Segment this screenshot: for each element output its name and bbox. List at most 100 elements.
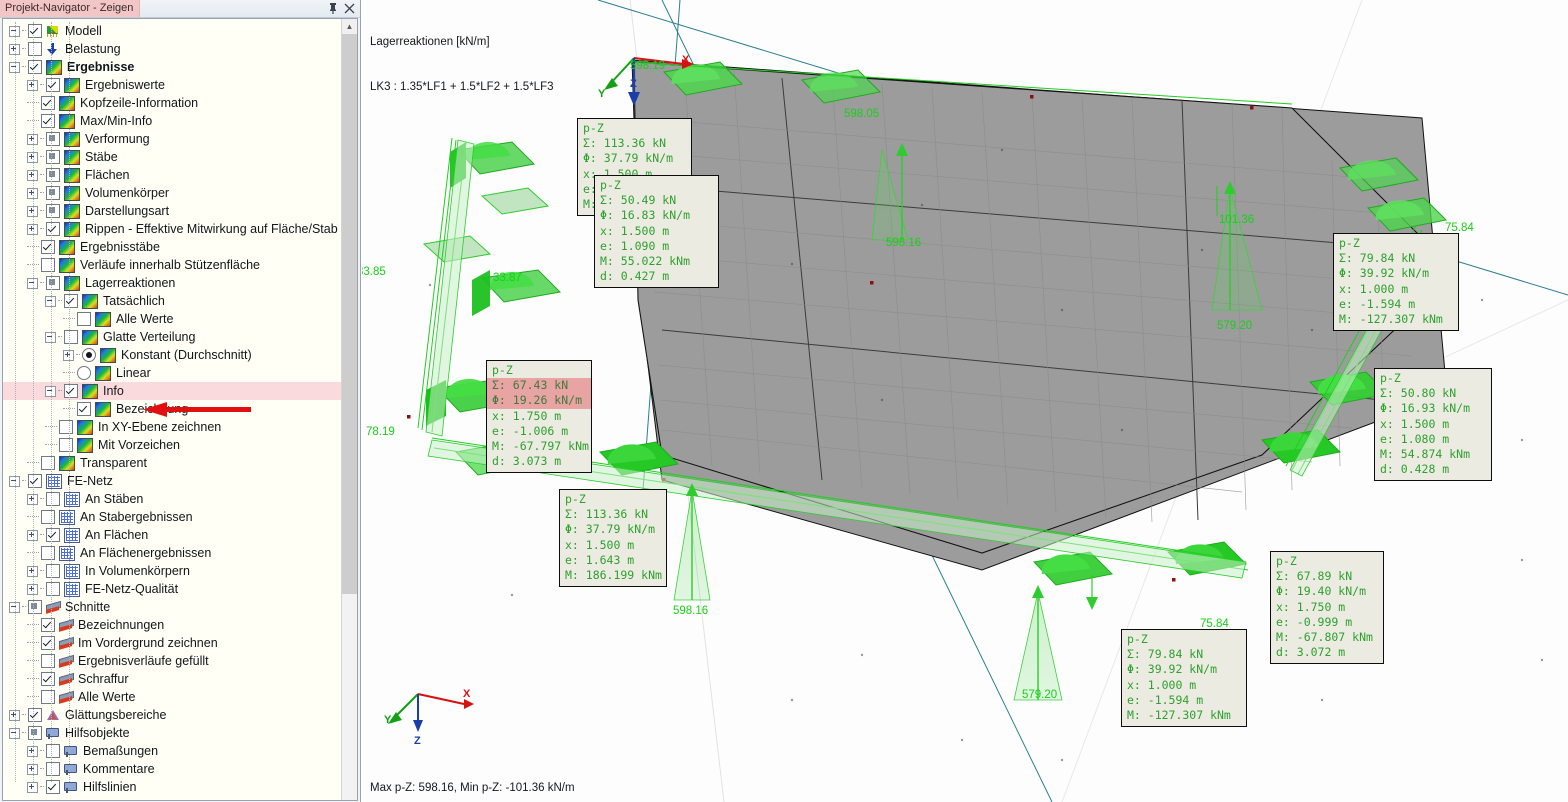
tree-item-info[interactable]: Info	[3, 382, 342, 400]
tree-checkbox[interactable]	[41, 636, 55, 650]
pin-icon[interactable]	[325, 1, 341, 16]
tree-checkbox[interactable]	[59, 438, 73, 452]
tree-checkbox[interactable]	[46, 150, 60, 164]
tree-item-verläufe-innerhalb-stützenfläche[interactable]: Verläufe innerhalb Stützenfläche	[3, 256, 342, 274]
tree-item-glättungsbereiche[interactable]: Glättungsbereiche	[3, 706, 342, 724]
tree-checkbox[interactable]	[46, 528, 60, 542]
tree-item-an-stabergebnissen[interactable]: An Stabergebnissen	[3, 508, 342, 526]
close-icon[interactable]	[341, 1, 357, 16]
navigator-scrollbar[interactable]: ▲	[341, 19, 357, 800]
tree-checkbox[interactable]	[41, 240, 55, 254]
tree-item-rippen-effektive-mitwirkung-auf-fläche-stab[interactable]: Rippen - Effektive Mitwirkung auf Fläche…	[3, 220, 342, 238]
tree-checkbox[interactable]	[28, 24, 42, 38]
tree-item-an-stäben[interactable]: An Stäben	[3, 490, 342, 508]
tree-checkbox[interactable]	[41, 654, 55, 668]
tree-item-in-volumenkörpern[interactable]: In Volumenkörpern	[3, 562, 342, 580]
tree-item-volumenkörper[interactable]: Volumenkörper	[3, 184, 342, 202]
tree-item-alle-werte[interactable]: Alle Werte	[3, 688, 342, 706]
tree-checkbox[interactable]	[46, 78, 60, 92]
tree-item-linear[interactable]: Linear	[3, 364, 342, 382]
tree-item-tatsächlich[interactable]: Tatsächlich	[3, 292, 342, 310]
tree-checkbox[interactable]	[46, 492, 60, 506]
tree-item-max-min-info[interactable]: Max/Min-Info	[3, 112, 342, 130]
tree-checkbox[interactable]	[46, 780, 60, 794]
tree-checkbox[interactable]	[77, 312, 91, 326]
support-info-box[interactable]: p-Z Σ: 50.80 kN Φ: 16.93 kN/m x: 1.500 m e: …	[1374, 368, 1492, 482]
navigator-tree-container[interactable]: Modell Belastung Ergebnisse Ergebniswerte Ko…	[2, 18, 358, 801]
support-info-box[interactable]: p-Z Σ: 79.84 kN Φ: 39.92 kN/m x: 1.000 m e: …	[1121, 629, 1247, 728]
tree-item-konstant-durchschnitt[interactable]: Konstant (Durchschnitt)	[3, 346, 342, 364]
tree-checkbox[interactable]	[28, 600, 42, 614]
tree-checkbox[interactable]	[41, 510, 55, 524]
tree-item-fe-netz-qualität[interactable]: FE-Netz-Qualität	[3, 580, 342, 598]
scrollbar-thumb[interactable]	[342, 34, 357, 594]
tree-checkbox[interactable]	[59, 420, 73, 434]
model-viewport[interactable]: X Y Z X Y Z Lagerreaktionen [kN/m] LK3 :…	[362, 0, 1568, 802]
tree-radio[interactable]	[82, 348, 96, 362]
support-info-box[interactable]: p-Z Σ: 67.43 kN Φ: 19.26 kN/m x: 1.750 m e: …	[486, 360, 592, 474]
tree-checkbox[interactable]	[41, 690, 55, 704]
tree-item-fe-netz[interactable]: FE-Netz	[3, 472, 342, 490]
tree-checkbox[interactable]	[41, 96, 55, 110]
tree-item-mit-vorzeichen[interactable]: Mit Vorzeichen	[3, 436, 342, 454]
tree-item-kopfzeile-information[interactable]: Kopfzeile-Information	[3, 94, 342, 112]
support-info-box[interactable]: p-Z Σ: 113.36 kN Φ: 37.79 kN/m x: 1.500 m e:…	[559, 489, 667, 588]
tree-item-bezeichnung[interactable]: Bezeichnung	[3, 400, 342, 418]
tree-checkbox[interactable]	[64, 330, 78, 344]
tree-checkbox[interactable]	[64, 294, 78, 308]
tree-item-ergebnisverläufe-gefüllt[interactable]: Ergebnisverläufe gefüllt	[3, 652, 342, 670]
tree-checkbox[interactable]	[46, 204, 60, 218]
tree-checkbox[interactable]	[28, 42, 42, 56]
tree-checkbox[interactable]	[64, 384, 78, 398]
tree-item-ergebnisse[interactable]: Ergebnisse	[3, 58, 342, 76]
tree-checkbox[interactable]	[46, 222, 60, 236]
tree-item-lagerreaktionen[interactable]: Lagerreaktionen	[3, 274, 342, 292]
tree-item-alle-werte[interactable]: Alle Werte	[3, 310, 342, 328]
tree-item-an-flächen[interactable]: An Flächen	[3, 526, 342, 544]
tree-item-kommentare[interactable]: Kommentare	[3, 760, 342, 778]
tree-item-bezeichnungen[interactable]: Bezeichnungen	[3, 616, 342, 634]
tree-item-verformung[interactable]: Verformung	[3, 130, 342, 148]
support-info-box[interactable]: p-Z Σ: 50.49 kN Φ: 16.83 kN/m x: 1.500 m e: …	[594, 175, 719, 289]
tree-checkbox[interactable]	[41, 546, 55, 560]
tree-item-darstellungsart[interactable]: Darstellungsart	[3, 202, 342, 220]
tree-checkbox[interactable]	[28, 474, 42, 488]
support-info-box[interactable]: p-Z Σ: 79.84 kN Φ: 39.92 kN/m x: 1.000 m e: …	[1333, 233, 1459, 332]
tree-item-schraffur[interactable]: Schraffur	[3, 670, 342, 688]
tree-checkbox[interactable]	[28, 726, 42, 740]
tree-item-ergebnisstäbe[interactable]: Ergebnisstäbe	[3, 238, 342, 256]
support-info-box[interactable]: p-Z Σ: 67.89 kN Φ: 19.40 kN/m x: 1.750 m e: …	[1270, 551, 1384, 665]
tree-checkbox[interactable]	[41, 672, 55, 686]
tree-checkbox[interactable]	[46, 276, 60, 290]
tree-checkbox[interactable]	[41, 618, 55, 632]
tree-item-belastung[interactable]: Belastung	[3, 40, 342, 58]
tree-item-in-xy-ebene-zeichnen[interactable]: In XY-Ebene zeichnen	[3, 418, 342, 436]
tree-item-hilfslinien[interactable]: Hilfslinien	[3, 778, 342, 796]
tree-item-im-vordergrund-zeichnen[interactable]: Im Vordergrund zeichnen	[3, 634, 342, 652]
tree-item-flächen[interactable]: Flächen	[3, 166, 342, 184]
navigator-tree[interactable]: Modell Belastung Ergebnisse Ergebniswerte Ko…	[3, 19, 342, 800]
tree-checkbox[interactable]	[46, 186, 60, 200]
tree-item-modell[interactable]: Modell	[3, 22, 342, 40]
tree-checkbox[interactable]	[46, 168, 60, 182]
tree-radio[interactable]	[77, 366, 91, 380]
tree-item-stäbe[interactable]: Stäbe	[3, 148, 342, 166]
tree-item-ergebniswerte[interactable]: Ergebniswerte	[3, 76, 342, 94]
tree-checkbox[interactable]	[46, 132, 60, 146]
tree-item-an-flächenergebnissen[interactable]: An Flächenergebnissen	[3, 544, 342, 562]
tree-checkbox[interactable]	[46, 564, 60, 578]
tree-checkbox[interactable]	[77, 402, 91, 416]
tree-checkbox[interactable]	[41, 114, 55, 128]
tree-item-transparent[interactable]: Transparent	[3, 454, 342, 472]
tree-checkbox[interactable]	[46, 582, 60, 596]
tree-checkbox[interactable]	[46, 744, 60, 758]
tree-checkbox[interactable]	[28, 708, 42, 722]
tree-item-schnitte[interactable]: Schnitte	[3, 598, 342, 616]
tree-checkbox[interactable]	[41, 258, 55, 272]
tree-item-hilfsobjekte[interactable]: Hilfsobjekte	[3, 724, 342, 742]
tree-item-glatte-verteilung[interactable]: Glatte Verteilung	[3, 328, 342, 346]
tree-checkbox[interactable]	[46, 762, 60, 776]
tree-checkbox[interactable]	[41, 456, 55, 470]
scroll-up-arrow[interactable]: ▲	[342, 19, 357, 34]
tree-item-bemaßungen[interactable]: Bemaßungen	[3, 742, 342, 760]
